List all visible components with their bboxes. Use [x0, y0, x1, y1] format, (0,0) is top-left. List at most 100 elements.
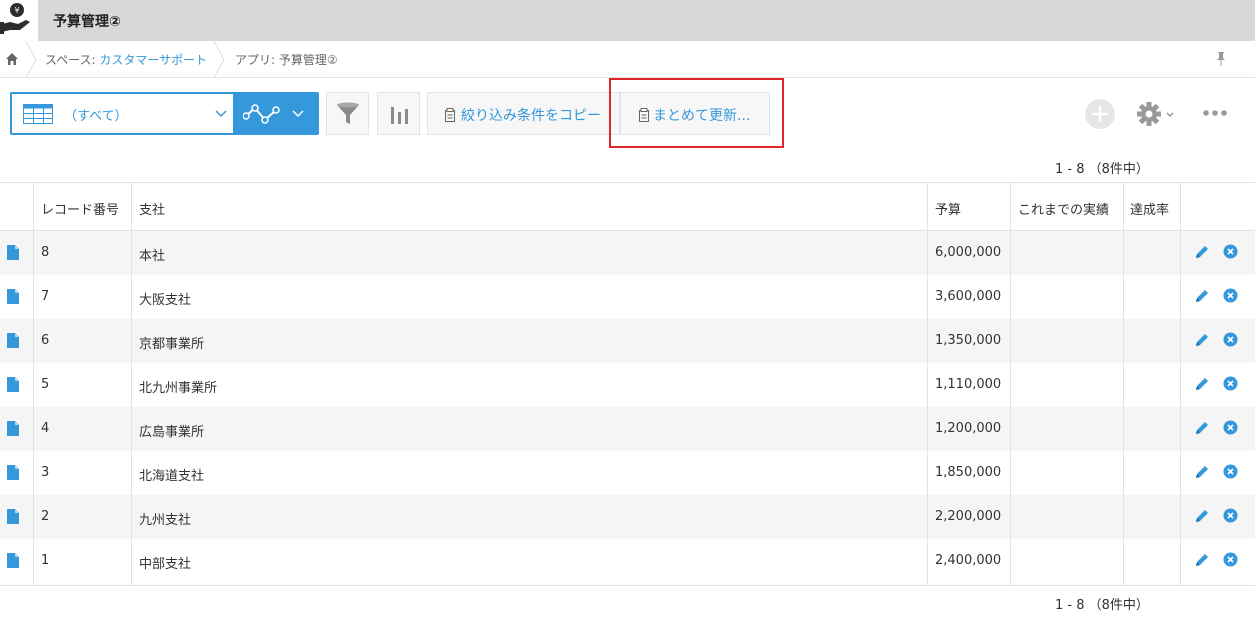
cell-actual — [1018, 539, 1118, 583]
home-icon[interactable] — [4, 51, 20, 67]
cell-record-number: 6 — [41, 333, 50, 348]
table-bottom-border — [0, 585, 1255, 586]
column-header-branch[interactable]: 支社 — [139, 183, 919, 230]
settings-button[interactable] — [1136, 100, 1176, 128]
edit-icon[interactable] — [1194, 288, 1210, 304]
column-divider — [927, 182, 928, 585]
column-divider — [131, 182, 132, 585]
cell-branch: 大阪支社 — [139, 293, 192, 308]
more-button[interactable] — [1202, 106, 1228, 120]
table-row[interactable]: 1 中部支社 2,400,000 — [0, 539, 1255, 583]
cell-branch: 京都事業所 — [139, 337, 205, 352]
pagination-bottom: 1 - 8 （8件中） — [1055, 598, 1149, 613]
cell-budget: 1,850,000 — [935, 465, 1002, 480]
cell-record-number: 2 — [41, 509, 50, 524]
cell-actual — [1018, 495, 1118, 539]
table-row[interactable]: 2 九州支社 2,200,000 — [0, 495, 1255, 539]
view-label: （すべて） — [64, 109, 128, 124]
table-row[interactable]: 8 本社 6,000,000 — [0, 231, 1255, 275]
document-icon[interactable] — [7, 333, 19, 348]
delete-icon[interactable] — [1223, 552, 1238, 567]
bar-chart-icon — [391, 107, 408, 124]
copy-icon — [445, 108, 455, 122]
cell-achievement-rate — [1130, 539, 1180, 583]
delete-icon[interactable] — [1223, 464, 1238, 479]
pagination-top: 1 - 8 （8件中） — [1055, 162, 1149, 177]
delete-icon[interactable] — [1223, 376, 1238, 391]
edit-icon[interactable] — [1194, 508, 1210, 524]
cell-budget: 1,200,000 — [935, 421, 1002, 436]
edit-icon[interactable] — [1194, 464, 1210, 480]
column-header-record-number[interactable]: レコード番号 — [41, 183, 131, 230]
edit-icon[interactable] — [1194, 552, 1210, 568]
edit-icon[interactable] — [1194, 244, 1210, 260]
table-row[interactable]: 3 北海道支社 1,850,000 — [0, 451, 1255, 495]
breadcrumb-space-prefix: スペース: — [45, 53, 100, 67]
breadcrumb-space[interactable]: スペース: カスタマーサポート — [45, 51, 207, 68]
cell-record-number: 3 — [41, 465, 50, 480]
delete-icon[interactable] — [1223, 288, 1238, 303]
add-record-button[interactable] — [1085, 99, 1115, 129]
copy-filter-button[interactable]: 絞り込み条件をコピー — [427, 92, 620, 135]
highlight-box — [609, 78, 784, 148]
table-row[interactable]: 5 北九州事業所 1,110,000 — [0, 363, 1255, 407]
breadcrumb: スペース: カスタマーサポート アプリ: 予算管理② — [0, 41, 1255, 78]
column-header-budget[interactable]: 予算 — [935, 183, 1005, 230]
delete-icon[interactable] — [1223, 420, 1238, 435]
chart-button[interactable] — [377, 92, 420, 135]
cell-achievement-rate — [1130, 407, 1180, 451]
cell-branch: 広島事業所 — [139, 425, 205, 440]
cell-actual — [1018, 407, 1118, 451]
document-icon[interactable] — [7, 509, 19, 524]
document-icon[interactable] — [7, 553, 19, 568]
cell-actual — [1018, 231, 1118, 275]
cell-record-number: 7 — [41, 289, 50, 304]
graph-menu-button[interactable] — [235, 92, 319, 135]
breadcrumb-app: アプリ: 予算管理② — [235, 53, 338, 67]
cell-budget: 2,200,000 — [935, 509, 1002, 524]
cell-actual — [1018, 363, 1118, 407]
cell-budget: 3,600,000 — [935, 289, 1002, 304]
cell-achievement-rate — [1130, 495, 1180, 539]
cell-actual — [1018, 451, 1118, 495]
cell-branch: 九州支社 — [139, 513, 192, 528]
document-icon[interactable] — [7, 289, 19, 304]
chevron-down-icon — [292, 110, 304, 118]
breadcrumb-separator — [25, 41, 37, 78]
cell-achievement-rate — [1130, 231, 1180, 275]
cell-branch: 中部支社 — [139, 557, 192, 572]
graph-icon — [243, 104, 280, 124]
gear-icon — [1137, 102, 1174, 126]
view-select[interactable]: （すべて） — [10, 92, 235, 135]
delete-icon[interactable] — [1223, 508, 1238, 523]
app-header: ¥ 予算管理② — [0, 0, 1255, 41]
edit-icon[interactable] — [1194, 420, 1210, 436]
delete-icon[interactable] — [1223, 244, 1238, 259]
cell-record-number: 1 — [41, 553, 50, 568]
cell-record-number: 8 — [41, 245, 50, 260]
column-header-actual[interactable]: これまでの実績 — [1018, 183, 1118, 230]
column-divider — [33, 182, 34, 585]
pin-icon[interactable] — [1214, 51, 1228, 67]
cell-achievement-rate — [1130, 451, 1180, 495]
cell-actual — [1018, 319, 1118, 363]
column-header-achievement-rate[interactable]: 達成率 — [1130, 183, 1180, 230]
edit-icon[interactable] — [1194, 376, 1210, 392]
document-icon[interactable] — [7, 377, 19, 392]
cell-record-number: 4 — [41, 421, 50, 436]
document-icon[interactable] — [7, 421, 19, 436]
document-icon[interactable] — [7, 465, 19, 480]
copy-filter-label: 絞り込み条件をコピー — [461, 108, 601, 124]
chevron-down-icon — [215, 110, 227, 118]
delete-icon[interactable] — [1223, 332, 1238, 347]
edit-icon[interactable] — [1194, 332, 1210, 348]
breadcrumb-space-link[interactable]: カスタマーサポート — [99, 53, 207, 67]
filter-button[interactable] — [326, 92, 369, 135]
filter-icon — [337, 102, 359, 124]
table-row[interactable]: 6 京都事業所 1,350,000 — [0, 319, 1255, 363]
cell-record-number: 5 — [41, 377, 50, 392]
document-icon[interactable] — [7, 245, 19, 260]
table-row[interactable]: 4 広島事業所 1,200,000 — [0, 407, 1255, 451]
column-divider — [1010, 182, 1011, 585]
table-row[interactable]: 7 大阪支社 3,600,000 — [0, 275, 1255, 319]
